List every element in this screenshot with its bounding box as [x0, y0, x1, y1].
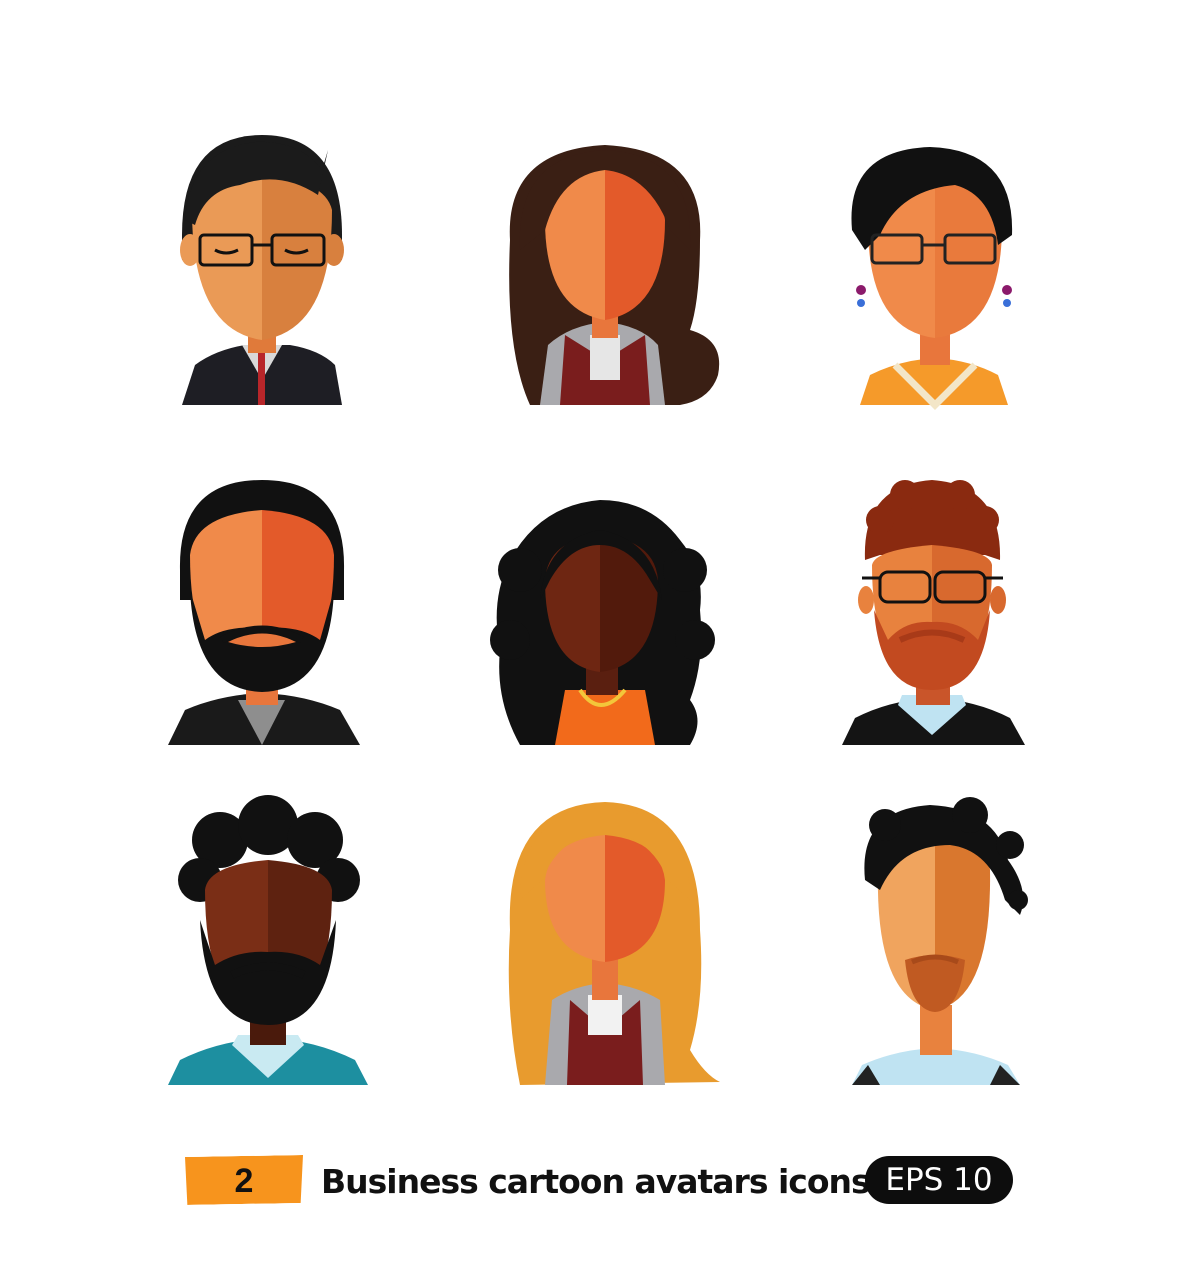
avatar-woman-blonde-long	[508, 802, 720, 1085]
tie	[258, 352, 265, 405]
top-shirt	[860, 358, 1008, 405]
caption-title: Business cartoon avatars icons	[321, 1162, 871, 1201]
earring-right	[1002, 285, 1012, 295]
avatar-woman-curly-afro	[490, 500, 715, 745]
avatar-man-dark-beard-teal	[168, 795, 368, 1085]
avatar-woman-long-brown-hair	[509, 145, 720, 405]
avatar-woman-short-hair-glasses	[851, 147, 1013, 410]
caption-bar: 2 Business cartoon avatars icons EPS 10	[185, 1152, 1025, 1210]
top-shirt	[555, 690, 655, 745]
avatar-grid	[168, 135, 1028, 1085]
avatar-man-glasses-suit	[180, 135, 344, 405]
number-badge-label: 2	[234, 1162, 254, 1200]
neck	[920, 1005, 952, 1055]
earring-left	[856, 285, 866, 295]
ear-right	[324, 234, 344, 266]
avatar-man-curly-goatee	[852, 797, 1028, 1085]
avatar-man-beard-suit	[168, 480, 360, 745]
format-badge: EPS 10	[865, 1156, 1013, 1204]
ear-left	[180, 234, 200, 266]
avatar-man-red-curly-glasses	[842, 480, 1025, 745]
